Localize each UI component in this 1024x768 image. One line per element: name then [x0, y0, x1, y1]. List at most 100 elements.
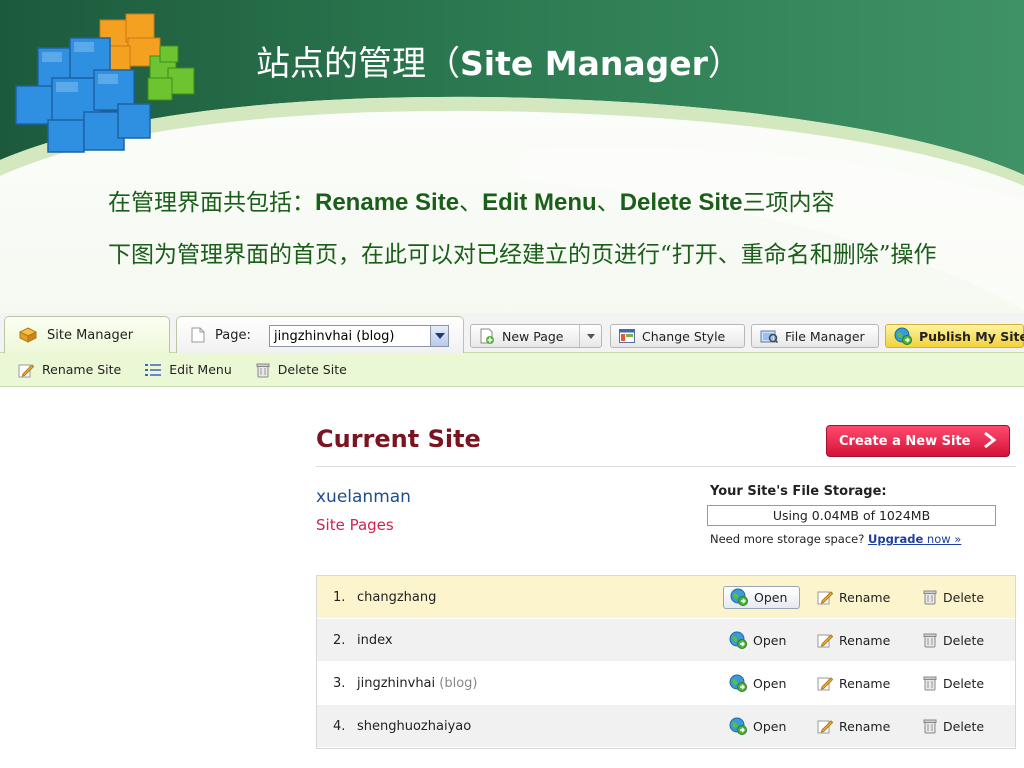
open-button[interactable]: Open	[723, 629, 800, 652]
rename-label: Rename	[839, 589, 891, 605]
row-number: 1.	[333, 589, 346, 605]
page-name-text: changzhang	[357, 589, 437, 605]
page-name-text: shenghuozhaiyao	[357, 718, 472, 734]
para1-rename-site: Rename Site	[315, 189, 460, 216]
rename-label: Rename	[839, 718, 891, 734]
row-number: 3.	[333, 675, 346, 691]
page-name: changzhang	[357, 590, 436, 605]
site-pages-table: 1. changzhang Open Rename Delete 2. inde…	[316, 575, 1016, 749]
box-icon	[19, 327, 37, 343]
tab-site-manager[interactable]: Site Manager	[4, 316, 170, 353]
page-select-value: jingzhinvhai (blog)	[274, 328, 395, 344]
delete-button[interactable]: Delete	[923, 718, 984, 734]
upgrade-link[interactable]: Upgrade now »	[868, 532, 961, 546]
pencil-icon	[817, 632, 833, 648]
para1-post: 三项内容	[742, 190, 835, 216]
para1-sep-2: 、	[596, 190, 620, 216]
new-page-dropdown-icon[interactable]	[579, 325, 601, 347]
slide-title-close: ）	[707, 44, 742, 84]
trash-icon	[923, 632, 937, 648]
title-divider	[316, 466, 1016, 467]
site-pages-heading: Site Pages	[316, 516, 394, 534]
delete-label: Delete	[943, 675, 985, 691]
new-page-icon	[479, 328, 495, 344]
delete-site-label: Delete Site	[277, 362, 347, 377]
rename-button[interactable]: Rename	[817, 589, 890, 605]
pencil-icon	[817, 589, 833, 605]
rename-button[interactable]: Rename	[817, 675, 890, 691]
para1-delete-site: Delete Site	[619, 189, 743, 216]
open-label: Open	[754, 589, 788, 605]
open-button[interactable]: Open	[723, 715, 800, 738]
edit-menu-button[interactable]: Edit Menu	[145, 362, 232, 377]
site-manager-screenshot: Site Manager Page: jingzhinvhai (blog) N…	[0, 313, 1024, 768]
table-row: 4. shenghuozhaiyao Open Rename Delete	[317, 705, 1015, 748]
page-select[interactable]: jingzhinvhai (blog)	[269, 325, 449, 347]
delete-site-button[interactable]: Delete Site	[256, 362, 347, 378]
trash-icon	[256, 362, 270, 378]
new-page-label: New Page	[502, 328, 564, 344]
upgrade-link-bold: Upgrade	[868, 532, 924, 546]
open-button[interactable]: Open	[723, 672, 800, 695]
pencil-icon	[18, 362, 34, 378]
pencil-icon	[817, 675, 833, 691]
delete-label: Delete	[943, 632, 985, 648]
globe-icon	[729, 631, 747, 649]
storage-label: Your Site's File Storage:	[710, 484, 887, 499]
file-manager-button[interactable]: File Manager	[751, 324, 879, 348]
table-row: 1. changzhang Open Rename Delete	[317, 576, 1015, 619]
new-page-button[interactable]: New Page	[470, 324, 602, 348]
site-actions-bar: Rename Site Edit Menu Delete Site	[0, 353, 1024, 387]
edit-menu-label: Edit Menu	[169, 362, 232, 377]
tab-page[interactable]: Page: jingzhinvhai (blog)	[176, 316, 464, 353]
puzzle-cube-logo	[15, 13, 195, 153]
slide-title-en: Site Manager	[460, 44, 708, 83]
publish-button[interactable]: Publish My Site	[885, 324, 1024, 348]
storage-usage: Using 0.04MB of 1024MB	[707, 505, 996, 526]
page-name: jingzhinvhai (blog)	[357, 676, 478, 691]
chevron-down-icon[interactable]	[430, 326, 448, 346]
globe-icon	[729, 717, 747, 735]
rename-button[interactable]: Rename	[817, 718, 890, 734]
trash-icon	[923, 718, 937, 734]
file-manager-icon	[760, 329, 778, 343]
pencil-icon	[817, 718, 833, 734]
rename-site-button[interactable]: Rename Site	[18, 362, 121, 378]
file-manager-label: File Manager	[785, 328, 865, 344]
list-icon	[145, 363, 162, 377]
slide-title: 站点的管理（Site Manager）	[256, 36, 742, 84]
rename-button[interactable]: Rename	[817, 632, 890, 648]
create-new-site-button[interactable]: Create a New Site	[826, 425, 1010, 457]
delete-button[interactable]: Delete	[923, 675, 984, 691]
paragraph-1: 在管理界面共包括：Rename Site、Edit Menu、Delete Si…	[108, 182, 1008, 224]
slide-title-zh: 站点的管理（	[256, 44, 460, 84]
storage-more-text: Need more storage space? Upgrade now »	[710, 532, 961, 546]
trash-icon	[923, 675, 937, 691]
open-label: Open	[753, 675, 787, 691]
publish-label: Publish My Site	[919, 328, 1024, 344]
table-row: 2. index Open Rename Delete	[317, 619, 1015, 662]
upgrade-link-rest: now »	[923, 532, 962, 546]
open-label: Open	[753, 632, 787, 648]
tab-page-label: Page:	[215, 327, 251, 343]
page-name: shenghuozhaiyao	[357, 719, 471, 734]
trash-icon	[923, 589, 937, 605]
change-style-label: Change Style	[642, 328, 726, 344]
globe-icon	[730, 588, 748, 606]
para1-edit-menu: Edit Menu	[482, 189, 597, 216]
page-name-text: index	[357, 632, 393, 648]
delete-label: Delete	[943, 718, 985, 734]
para1-pre: 在管理界面共包括：	[108, 190, 315, 216]
page-icon	[191, 327, 205, 343]
tabs-bar: Site Manager Page: jingzhinvhai (blog) N…	[0, 313, 1024, 353]
open-button[interactable]: Open	[723, 585, 800, 609]
change-style-button[interactable]: Change Style	[610, 324, 745, 348]
globe-icon	[729, 674, 747, 692]
style-icon	[619, 329, 635, 343]
table-row: 3. jingzhinvhai (blog) Open Rename Delet…	[317, 662, 1015, 705]
site-name: xuelanman	[316, 487, 411, 507]
chevron-right-icon	[983, 430, 997, 455]
delete-button[interactable]: Delete	[923, 632, 984, 648]
delete-button[interactable]: Delete	[923, 589, 984, 605]
rename-label: Rename	[839, 675, 891, 691]
